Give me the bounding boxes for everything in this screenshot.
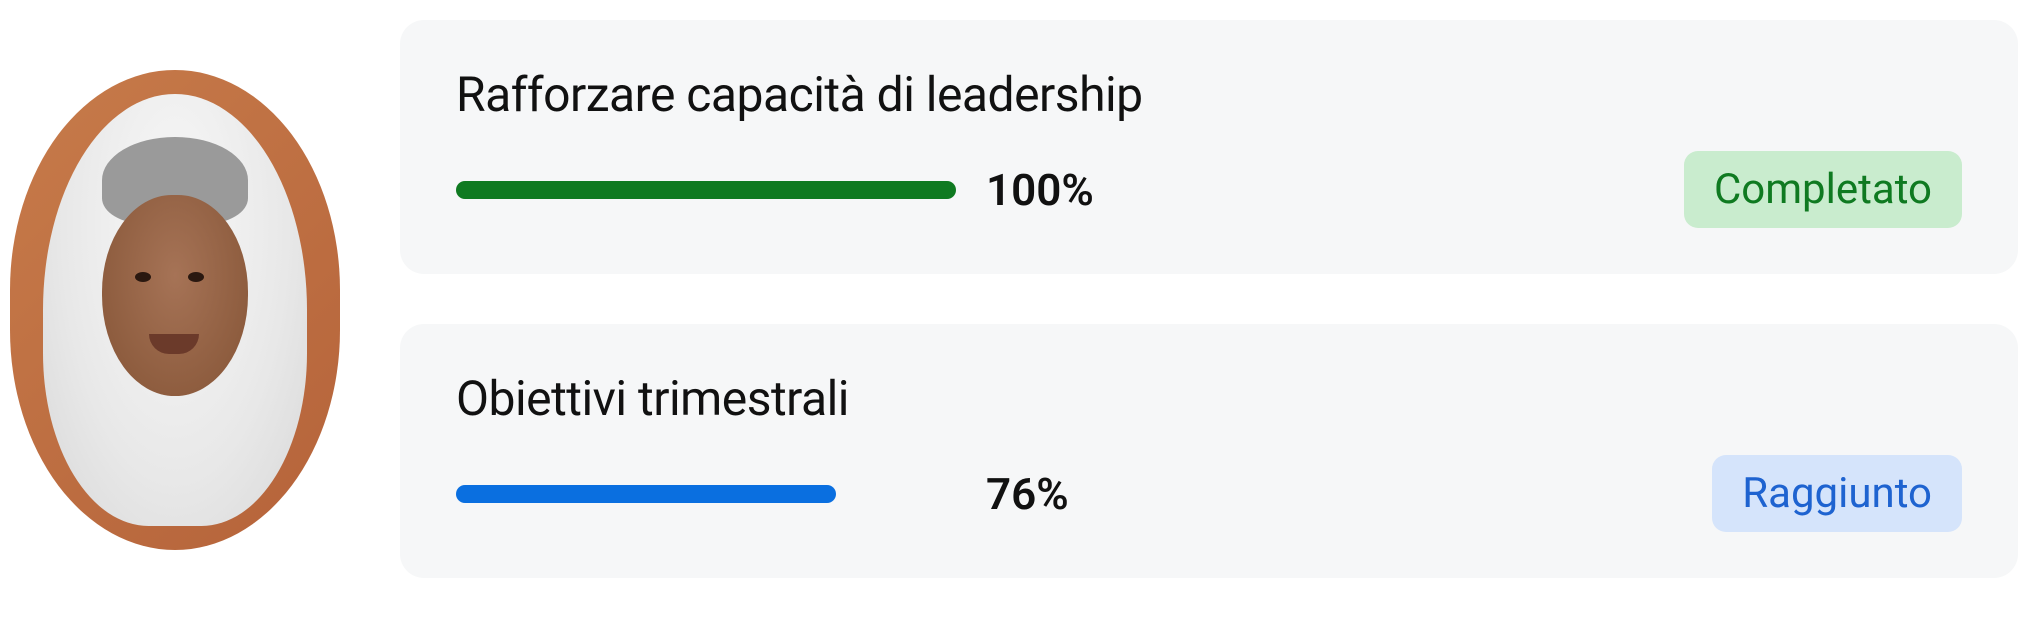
- goal-card: Obiettivi trimestrali 76% Raggiunto: [400, 324, 2018, 578]
- progress-fill: [456, 485, 836, 503]
- avatar: [10, 70, 340, 550]
- progress-bar: [456, 485, 956, 503]
- status-badge: Completato: [1684, 151, 1962, 228]
- progress-percent: 76%: [986, 468, 1069, 520]
- goal-title: Rafforzare capacità di leadership: [456, 66, 1962, 123]
- goal-progress-row: 100% Completato: [456, 151, 1962, 228]
- progress-fill: [456, 181, 956, 199]
- goal-title: Obiettivi trimestrali: [456, 370, 1962, 427]
- goal-progress-row: 76% Raggiunto: [456, 455, 1962, 532]
- goals-list: Rafforzare capacità di leadership 100% C…: [400, 20, 2018, 578]
- avatar-illustration: [10, 70, 340, 550]
- avatar-container: [10, 40, 340, 580]
- goal-card: Rafforzare capacità di leadership 100% C…: [400, 20, 2018, 274]
- progress-bar: [456, 181, 956, 199]
- status-badge: Raggiunto: [1712, 455, 1962, 532]
- progress-percent: 100%: [986, 164, 1094, 216]
